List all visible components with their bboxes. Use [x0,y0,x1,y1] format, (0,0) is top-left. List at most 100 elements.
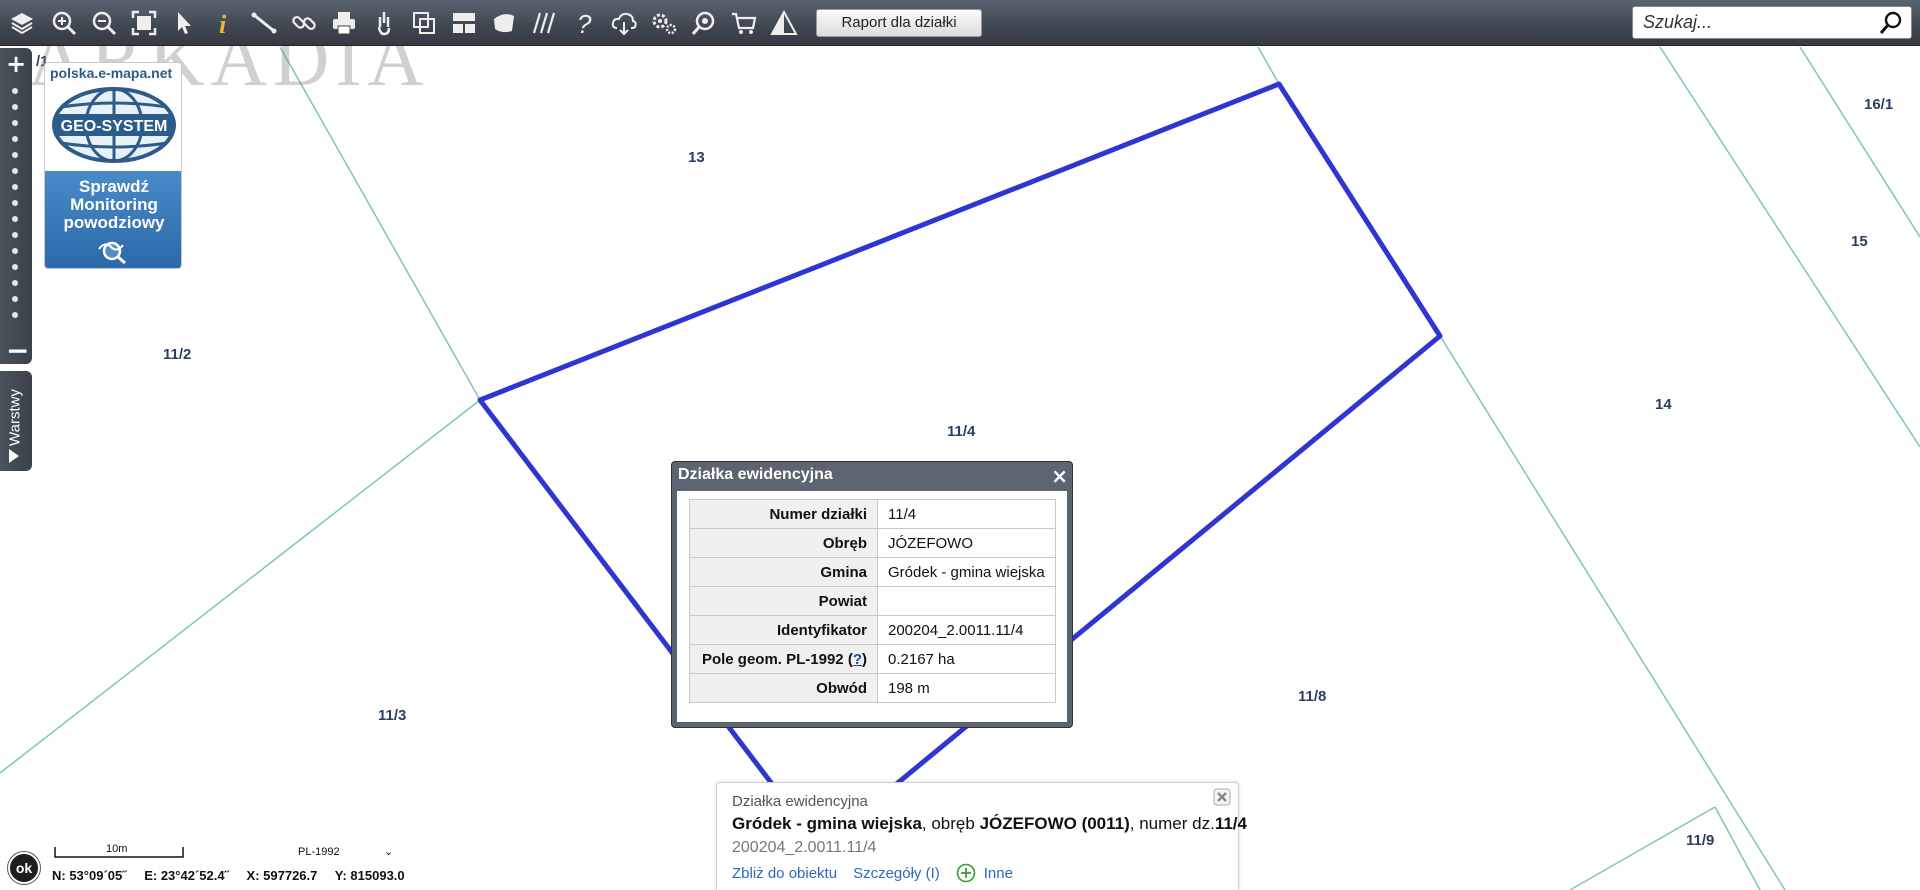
cloud-download-icon[interactable] [604,3,644,43]
zoom-level-dot[interactable] [12,312,18,318]
info-icon[interactable]: i [204,3,244,43]
close-icon[interactable]: × [1051,464,1068,488]
geo-system-ad[interactable]: polska.e-mapa.net GEO-SYSTEM Sprawdź Mon… [44,62,182,269]
measure-icon[interactable] [244,3,284,43]
result-actions: Zbliż do obiektu Szczegóły (I) Inne [732,863,1029,883]
parcel-label: 11/3 [378,707,407,724]
attribute-table: Numer działki 11/4 Obręb JÓZEFOWO Gmina … [689,499,1056,703]
print-icon[interactable] [324,3,364,43]
zoom-level-dot[interactable] [12,248,18,254]
attr-value: 11/4 [877,499,1056,529]
zoom-level-dot[interactable] [12,264,18,270]
table-row: Powiat [689,586,1056,616]
result-identifier: 200204_2.0011.11/4 [732,839,877,856]
zoom-level-dot[interactable] [12,152,18,158]
attr-key: Pole geom. PL-1992 [701,650,844,668]
x-coordinate: X: 597726.7 [246,868,318,883]
search-input[interactable] [1643,7,1863,38]
search-icon[interactable] [1877,9,1905,37]
table-row: Numer działki 11/4 [689,499,1056,529]
zoom-level-dot[interactable] [12,184,18,190]
attr-key-with-help: Pole geom. PL-1992 (?) [689,644,878,674]
parcel-label: 11/8 [1298,688,1327,705]
pan-hand-icon[interactable] [364,3,404,43]
zoom-to-object-link[interactable]: Zbliż do obiektu [732,865,837,882]
attr-value: 0.2167 ha [877,644,1056,674]
result-title: Gródek - gmina wiejska, obręb JÓZEFOWO (… [732,814,1247,834]
ad-logo-text: GEO-SYSTEM [61,118,168,135]
ad-site-label: polska.e-mapa.net [50,65,173,81]
toolbar: i ? Raport dla działki [0,0,1920,46]
copy-icon[interactable] [404,3,444,43]
warning-icon[interactable] [764,3,804,43]
area-help-link[interactable]: ? [853,651,862,668]
zoom-level-dot[interactable] [12,232,18,238]
layers-panel-tab[interactable]: Warstwy [0,371,32,471]
zoom-minus-icon[interactable]: − [6,334,29,367]
zoom-level-dot[interactable] [12,200,18,206]
y-coordinate: Y: 815093.0 [334,868,405,883]
parcel-line [1257,46,1280,85]
ad-line: Monitoring [70,195,158,214]
link-icon[interactable] [284,3,324,43]
ok-button[interactable]: ok [8,852,40,884]
parcel-line [0,399,481,774]
ad-line: powodziowy [63,213,165,232]
crs-select[interactable]: PL-1992 [298,846,340,858]
search-box [1632,6,1912,39]
zoom-level-dot[interactable] [12,104,18,110]
help-icon[interactable]: ? [564,3,604,43]
layout-icon[interactable] [444,3,484,43]
table-row: Obwód 198 m [689,673,1056,703]
parcel-label: 14 [1655,396,1672,413]
ad-line: Sprawdź [79,177,149,196]
other-link[interactable]: Inne [984,865,1013,882]
longitude: E: 23°42´52.4˝ [144,868,229,883]
result-obreb-prefix: , obręb [921,814,980,833]
zoom-out-icon[interactable] [84,3,124,43]
attr-key: Numer działki [689,499,878,529]
geo-system-logo: GEO-SYSTEM [52,87,176,163]
svg-text:i: i [219,10,227,37]
attr-value: 200204_2.0011.11/4 [877,615,1056,645]
find-location-icon[interactable] [684,3,724,43]
attr-value: 198 m [877,673,1056,703]
chevron-down-icon[interactable]: ⌄ [384,845,393,858]
popup-body: Numer działki 11/4 Obręb JÓZEFOWO Gmina … [677,491,1067,722]
zoom-level-dot[interactable] [12,136,18,142]
parcel-label: 13 [688,149,705,166]
polygon-icon[interactable] [484,3,524,43]
parcel-line [1714,806,1761,890]
zoom-level-dot[interactable] [12,168,18,174]
attr-value: JÓZEFOWO [877,528,1056,558]
select-pointer-icon[interactable] [164,3,204,43]
settings-icon[interactable] [644,3,684,43]
zoom-level-dot[interactable] [12,280,18,286]
layers-icon[interactable] [0,3,44,43]
hatch-icon[interactable] [524,3,564,43]
result-numer-prefix: , numer dz. [1129,814,1215,833]
zoom-in-icon[interactable] [44,3,84,43]
attr-key: Obręb [689,528,878,558]
zoom-level-dot[interactable] [12,88,18,94]
zoom-level-dot[interactable] [12,120,18,126]
zoom-slider[interactable]: + − [0,48,32,367]
attr-key: Identyfikator [689,615,878,645]
parcel-info-popup: Działka ewidencyjna × Numer działki 11/4… [671,461,1073,728]
zoom-level-dot[interactable] [12,296,18,302]
cart-icon[interactable] [724,3,764,43]
coordinates-readout: N: 53°09´05˝ E: 23°42´52.4˝ X: 597726.7 … [52,868,419,883]
table-row: Identyfikator 200204_2.0011.11/4 [689,615,1056,645]
parcel-label: 11/2 [163,346,192,363]
close-icon[interactable] [1212,787,1232,807]
attr-value: Gródek - gmina wiejska [877,557,1056,587]
add-circle-icon[interactable] [956,863,976,883]
parcel-line [1439,335,1786,890]
details-link[interactable]: Szczegóły (I) [853,865,940,882]
result-gmina: Gródek - gmina wiejska [732,814,922,833]
zoom-plus-icon[interactable]: + [6,50,26,78]
full-extent-icon[interactable] [124,3,164,43]
result-obreb: JÓZEFOWO (0011) [979,814,1130,833]
zoom-level-dot[interactable] [12,216,18,222]
parcel-report-button[interactable]: Raport dla działki [816,8,982,37]
